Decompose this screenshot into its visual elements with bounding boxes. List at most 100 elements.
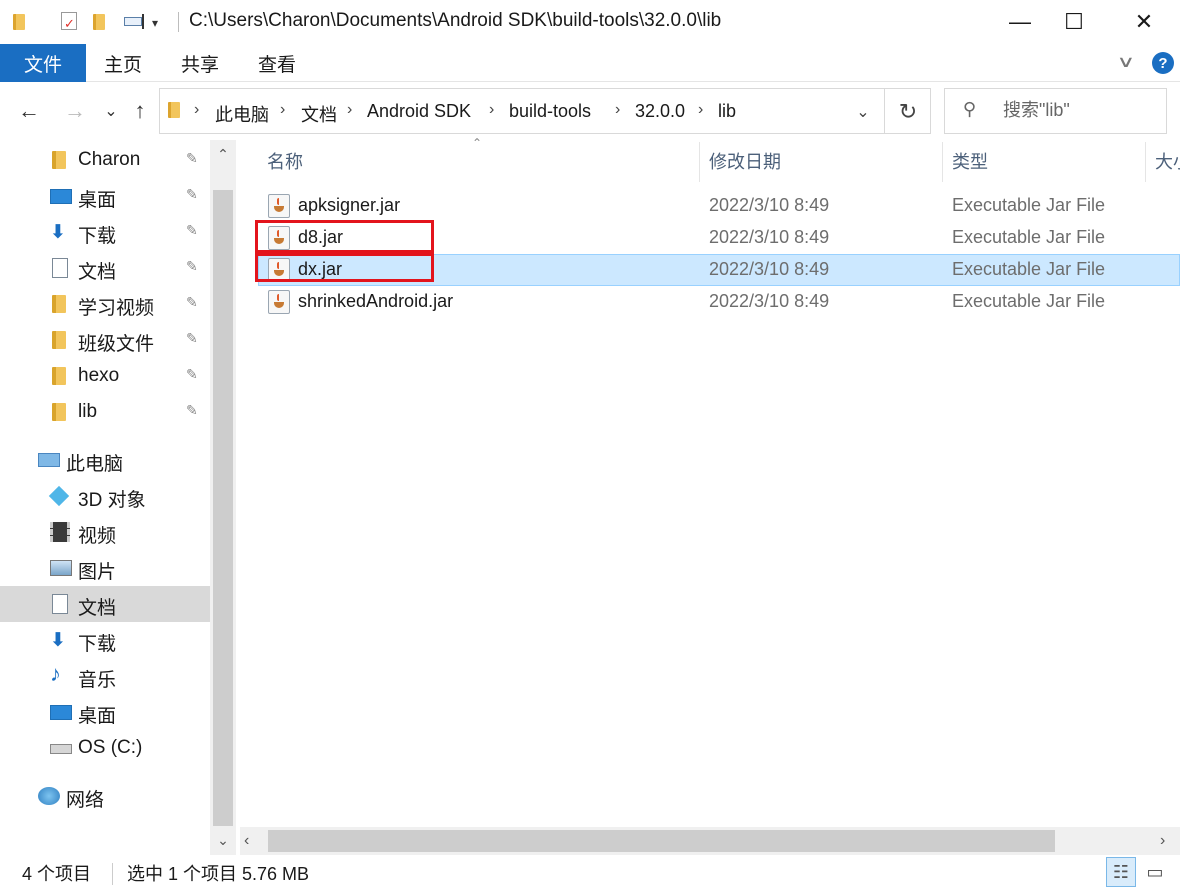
sidebar-item-documents-pc[interactable]: 文档 xyxy=(0,586,210,622)
expand-ribbon-icon[interactable]: ∨ xyxy=(1116,52,1135,72)
column-divider[interactable] xyxy=(942,142,943,182)
large-icons-view-icon[interactable]: ▭ xyxy=(1140,857,1170,887)
sidebar-item-network[interactable]: 网络 xyxy=(0,778,210,814)
breadcrumb-separator[interactable]: › xyxy=(698,101,703,119)
computer-icon xyxy=(38,453,60,467)
documents-icon xyxy=(52,594,68,614)
breadcrumb-separator[interactable]: › xyxy=(347,101,352,119)
folder-icon xyxy=(52,403,66,421)
tab-share[interactable]: 共享 xyxy=(177,44,223,82)
breadcrumb-this-pc[interactable]: 此电脑 xyxy=(215,101,269,127)
address-dropdown-button[interactable]: ⌄ xyxy=(850,99,876,125)
sidebar-scrollbar-thumb[interactable] xyxy=(213,190,233,826)
breadcrumb-separator[interactable]: › xyxy=(615,101,620,119)
breadcrumb-separator[interactable]: › xyxy=(280,101,285,119)
help-icon[interactable]: ? xyxy=(1152,52,1174,74)
file-row-apksigner[interactable]: apksigner.jar 2022/3/10 8:49 Executable … xyxy=(258,190,1180,222)
sidebar-item-documents[interactable]: 文档 ✎ xyxy=(0,250,210,286)
breadcrumb-build-tools[interactable]: build-tools xyxy=(509,101,591,122)
file-modified: 2022/3/10 8:49 xyxy=(709,291,830,311)
tab-home[interactable]: 主页 xyxy=(100,44,146,82)
sidebar-item-charon[interactable]: Charon ✎ xyxy=(0,142,210,178)
back-button[interactable]: ← xyxy=(16,97,42,125)
pin-icon[interactable]: ✎ xyxy=(186,366,198,383)
forward-button[interactable]: → xyxy=(62,97,88,125)
pin-icon[interactable]: ✎ xyxy=(186,150,198,167)
sidebar-item-drive-c[interactable]: OS (C:) xyxy=(0,730,210,766)
title-bar: ✓ ▾ C:\Users\Charon\Documents\Android SD… xyxy=(0,0,1180,44)
pin-icon[interactable]: ✎ xyxy=(186,222,198,239)
address-bar[interactable]: › 此电脑 › 文档 › Android SDK › build-tools ›… xyxy=(159,88,931,134)
sidebar-item-label: 图片 xyxy=(78,562,117,583)
sidebar-item-hexo[interactable]: hexo ✎ xyxy=(0,358,210,394)
maximize-button[interactable]: ☐ xyxy=(1044,0,1104,44)
ribbon-tabs: 文件 主页 共享 查看 ∨ ? xyxy=(0,44,1180,82)
sidebar-item-lib[interactable]: lib ✎ xyxy=(0,394,210,430)
rename-icon[interactable] xyxy=(122,10,148,32)
breadcrumb-separator[interactable]: › xyxy=(489,101,494,119)
breadcrumb-lib[interactable]: lib xyxy=(718,101,736,122)
status-item-count: 4 个项目 xyxy=(22,864,92,884)
breadcrumb-documents[interactable]: 文档 xyxy=(301,101,337,127)
sidebar-item-desktop-pc[interactable]: 桌面 xyxy=(0,694,210,730)
tab-view[interactable]: 查看 xyxy=(254,44,300,82)
minimize-button[interactable]: — xyxy=(990,0,1050,44)
up-button[interactable]: ↑ xyxy=(127,97,153,125)
breadcrumb-separator[interactable]: › xyxy=(194,101,199,119)
scroll-right-arrow-icon[interactable]: › xyxy=(1160,832,1165,850)
sidebar-item-downloads[interactable]: ⬇ 下载 ✎ xyxy=(0,214,210,250)
recent-locations-button[interactable]: ⌄ xyxy=(98,97,124,125)
column-header-modified[interactable]: 修改日期 xyxy=(709,148,781,174)
sidebar-item-desktop[interactable]: 桌面 ✎ xyxy=(0,178,210,214)
tab-file[interactable]: 文件 xyxy=(0,44,86,82)
column-header-type[interactable]: 类型 xyxy=(952,148,988,174)
breadcrumb-android-sdk[interactable]: Android SDK xyxy=(367,101,471,122)
sidebar-item-label: 此电脑 xyxy=(66,454,124,475)
search-icon: ⚲ xyxy=(963,99,977,119)
sidebar-item-study-videos[interactable]: 学习视频 ✎ xyxy=(0,286,210,322)
sidebar-item-downloads-pc[interactable]: ⬇ 下载 xyxy=(0,622,210,658)
folder-icon xyxy=(52,151,66,169)
sidebar-item-3d-objects[interactable]: 3D 对象 xyxy=(0,478,210,514)
column-header-name[interactable]: 名称 xyxy=(267,148,303,174)
file-modified: 2022/3/10 8:49 xyxy=(709,227,830,247)
sort-ascending-icon: ⌃ xyxy=(472,136,483,150)
column-divider[interactable] xyxy=(1145,142,1146,182)
sidebar-item-label: 音乐 xyxy=(78,670,117,691)
properties-icon[interactable]: ✓ xyxy=(58,10,80,32)
network-icon xyxy=(38,787,60,805)
new-folder-icon[interactable] xyxy=(90,10,112,32)
scroll-left-arrow-icon[interactable]: ‹ xyxy=(244,832,249,850)
refresh-button[interactable]: ↻ xyxy=(894,98,922,126)
column-header-size[interactable]: 大小 xyxy=(1155,148,1180,174)
drive-icon xyxy=(50,744,72,754)
pin-icon[interactable]: ✎ xyxy=(186,258,198,275)
sidebar-item-class-files[interactable]: 班级文件 ✎ xyxy=(0,322,210,358)
search-box[interactable]: ⚲ xyxy=(944,88,1167,134)
sidebar-item-videos[interactable]: 视频 xyxy=(0,514,210,550)
close-button[interactable]: ✕ xyxy=(1114,0,1174,44)
details-view-icon[interactable]: ☷ xyxy=(1106,857,1136,887)
column-divider[interactable] xyxy=(699,142,700,182)
search-input[interactable] xyxy=(1003,100,1158,121)
address-divider xyxy=(884,89,885,133)
sidebar-item-label: Charon xyxy=(78,149,141,170)
scroll-down-arrow-icon[interactable]: ⌄ xyxy=(210,832,236,849)
status-separator xyxy=(112,863,113,885)
pin-icon[interactable]: ✎ xyxy=(186,402,198,419)
customize-toolbar-icon[interactable]: ▾ xyxy=(152,16,166,38)
horizontal-scrollbar-thumb[interactable] xyxy=(268,830,1055,852)
sidebar-item-music[interactable]: ♪ 音乐 xyxy=(0,658,210,694)
pin-icon[interactable]: ✎ xyxy=(186,330,198,347)
sidebar-item-this-pc[interactable]: 此电脑 xyxy=(0,442,210,478)
folder-icon xyxy=(10,10,32,32)
folder-icon xyxy=(52,367,66,385)
file-row-shrinkedandroid[interactable]: shrinkedAndroid.jar 2022/3/10 8:49 Execu… xyxy=(258,286,1180,318)
pin-icon[interactable]: ✎ xyxy=(186,186,198,203)
pin-icon[interactable]: ✎ xyxy=(186,294,198,311)
breadcrumb-version[interactable]: 32.0.0 xyxy=(635,101,685,122)
file-type: Executable Jar File xyxy=(952,291,1106,311)
file-type: Executable Jar File xyxy=(952,227,1106,247)
scroll-up-arrow-icon[interactable]: ⌃ xyxy=(210,146,236,163)
sidebar-item-pictures[interactable]: 图片 xyxy=(0,550,210,586)
